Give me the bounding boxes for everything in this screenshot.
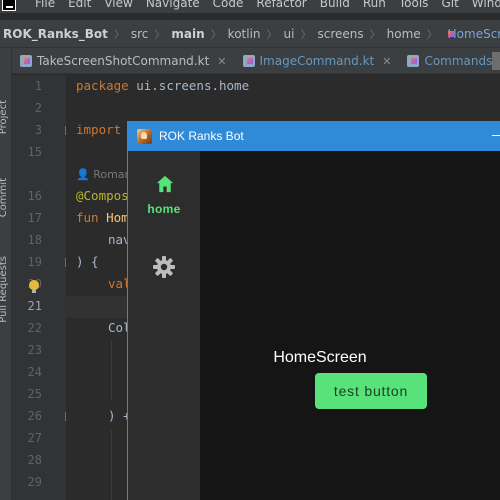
- app-window-title: ROK Ranks Bot: [159, 129, 244, 143]
- menu-window[interactable]: Window: [472, 0, 500, 10]
- app-title-bar[interactable]: ROK Ranks Bot: [128, 122, 500, 151]
- kotlin-file-icon: [20, 55, 32, 67]
- menu-bar: File Edit View Navigate Code Refactor Bu…: [0, 0, 500, 13]
- tab-overflow-indicator[interactable]: [492, 52, 500, 70]
- editor-tab-bar: TakeScreenShotCommand.kt ✕ ImageCommand.…: [12, 48, 500, 74]
- tab-label: ImageCommand.kt: [259, 54, 375, 68]
- tab-image-command[interactable]: ImageCommand.kt ✕: [235, 48, 400, 73]
- menu-run[interactable]: Run: [363, 0, 386, 10]
- chevron-right-icon: 〉: [210, 27, 222, 41]
- line-number: 16: [27, 189, 42, 203]
- breadcrumb-file[interactable]: HomeScreen.kt: [448, 27, 500, 41]
- tool-window-strip: Project Commit Pull Requests: [0, 48, 12, 500]
- chevron-right-icon: 〉: [154, 27, 166, 41]
- breadcrumb: ROK_Ranks_Bot 〉 src 〉 main 〉 kotlin 〉 ui…: [0, 20, 500, 48]
- navigation-rail: home: [128, 151, 200, 500]
- line-number: 25: [27, 387, 42, 401]
- menu-code[interactable]: Code: [213, 0, 244, 10]
- kotlin-file-icon: [407, 55, 420, 67]
- breadcrumb-project[interactable]: ROK_Ranks_Bot: [3, 27, 108, 41]
- line-number: 22: [27, 321, 42, 335]
- menu-edit[interactable]: Edit: [68, 0, 91, 10]
- tab-take-screenshot-command[interactable]: TakeScreenShotCommand.kt ✕: [12, 48, 235, 73]
- tab-label: Commands.kt: [424, 54, 500, 68]
- menu-refactor[interactable]: Refactor: [256, 0, 306, 10]
- line-number: 17: [27, 211, 42, 225]
- nav-item-home[interactable]: home: [128, 169, 200, 225]
- code-line: @Compos: [76, 188, 129, 203]
- close-icon[interactable]: ✕: [382, 55, 391, 68]
- line-number: 28: [27, 453, 42, 467]
- close-icon[interactable]: ✕: [217, 55, 226, 68]
- author-hint: 👤 Roman: [76, 168, 132, 181]
- tool-tab-commit[interactable]: Commit: [0, 178, 9, 217]
- menu-tools[interactable]: Tools: [399, 0, 429, 10]
- editor-gutter: 1 2 3 15 16 17 18 19 20 21 22 23 24 25 2…: [12, 75, 78, 500]
- kotlin-file-icon: [242, 55, 255, 67]
- menu-items: File Edit View Navigate Code Refactor Bu…: [35, 0, 500, 10]
- chevron-right-icon: 〉: [266, 27, 278, 41]
- code-line: 👤 Roman: [76, 163, 132, 185]
- line-number: 18: [27, 233, 42, 247]
- code-line: package ui.screens.home: [76, 78, 250, 93]
- nav-item-settings[interactable]: [152, 255, 176, 279]
- tab-label: TakeScreenShotCommand.kt: [37, 54, 210, 68]
- line-number: 23: [27, 343, 42, 357]
- screen-title: HomeScreen: [273, 349, 367, 366]
- line-number: 27: [27, 431, 42, 445]
- breadcrumb-kotlin[interactable]: kotlin: [228, 27, 261, 41]
- line-number: 26: [27, 409, 42, 423]
- breadcrumb-src[interactable]: src: [131, 27, 149, 41]
- tool-tab-pull-requests[interactable]: Pull Requests: [0, 256, 9, 323]
- code-line: fun Hom: [76, 210, 129, 225]
- code-line: import: [76, 122, 122, 137]
- line-number: 24: [27, 365, 42, 379]
- line-number: 2: [34, 101, 42, 115]
- chevron-right-icon: 〉: [369, 27, 381, 41]
- home-screen-content: HomeScreen test button: [200, 151, 500, 500]
- indent-guide: [111, 430, 112, 500]
- chevron-right-icon: 〉: [300, 27, 312, 41]
- line-number: 21: [27, 299, 42, 313]
- menu-navigate[interactable]: Navigate: [146, 0, 200, 10]
- code-line: ) {: [76, 254, 99, 269]
- indent-guide: [111, 340, 112, 400]
- breadcrumb-screens[interactable]: screens: [317, 27, 363, 41]
- tool-tab-project[interactable]: Project: [0, 100, 9, 134]
- tab-commands[interactable]: Commands.kt ✕: [399, 48, 500, 73]
- breadcrumb-home[interactable]: home: [387, 27, 421, 41]
- test-button[interactable]: test button: [315, 373, 427, 409]
- nav-item-home-label: home: [147, 202, 181, 216]
- intellij-logo-icon: [2, 0, 16, 11]
- breadcrumb-main[interactable]: main: [171, 27, 204, 41]
- breadcrumb-ui[interactable]: ui: [284, 27, 295, 41]
- chevron-right-icon: 〉: [113, 27, 125, 41]
- home-icon: [156, 175, 174, 193]
- menu-build[interactable]: Build: [320, 0, 350, 10]
- app-window: ROK Ranks Bot home HomeScreen test butto…: [127, 121, 500, 500]
- line-number: 29: [27, 475, 42, 489]
- line-number: 19: [27, 255, 42, 269]
- line-number: 3: [34, 123, 42, 137]
- menu-git[interactable]: Git: [441, 0, 458, 10]
- app-icon: [137, 129, 152, 144]
- gear-icon: [153, 256, 175, 278]
- line-number: 1: [34, 79, 42, 93]
- lightbulb-icon[interactable]: [29, 280, 39, 293]
- menu-file[interactable]: File: [35, 0, 55, 10]
- chevron-right-icon: 〉: [426, 27, 438, 41]
- menu-view[interactable]: View: [104, 0, 132, 10]
- minimize-icon[interactable]: [492, 135, 500, 136]
- line-number: 15: [27, 145, 42, 159]
